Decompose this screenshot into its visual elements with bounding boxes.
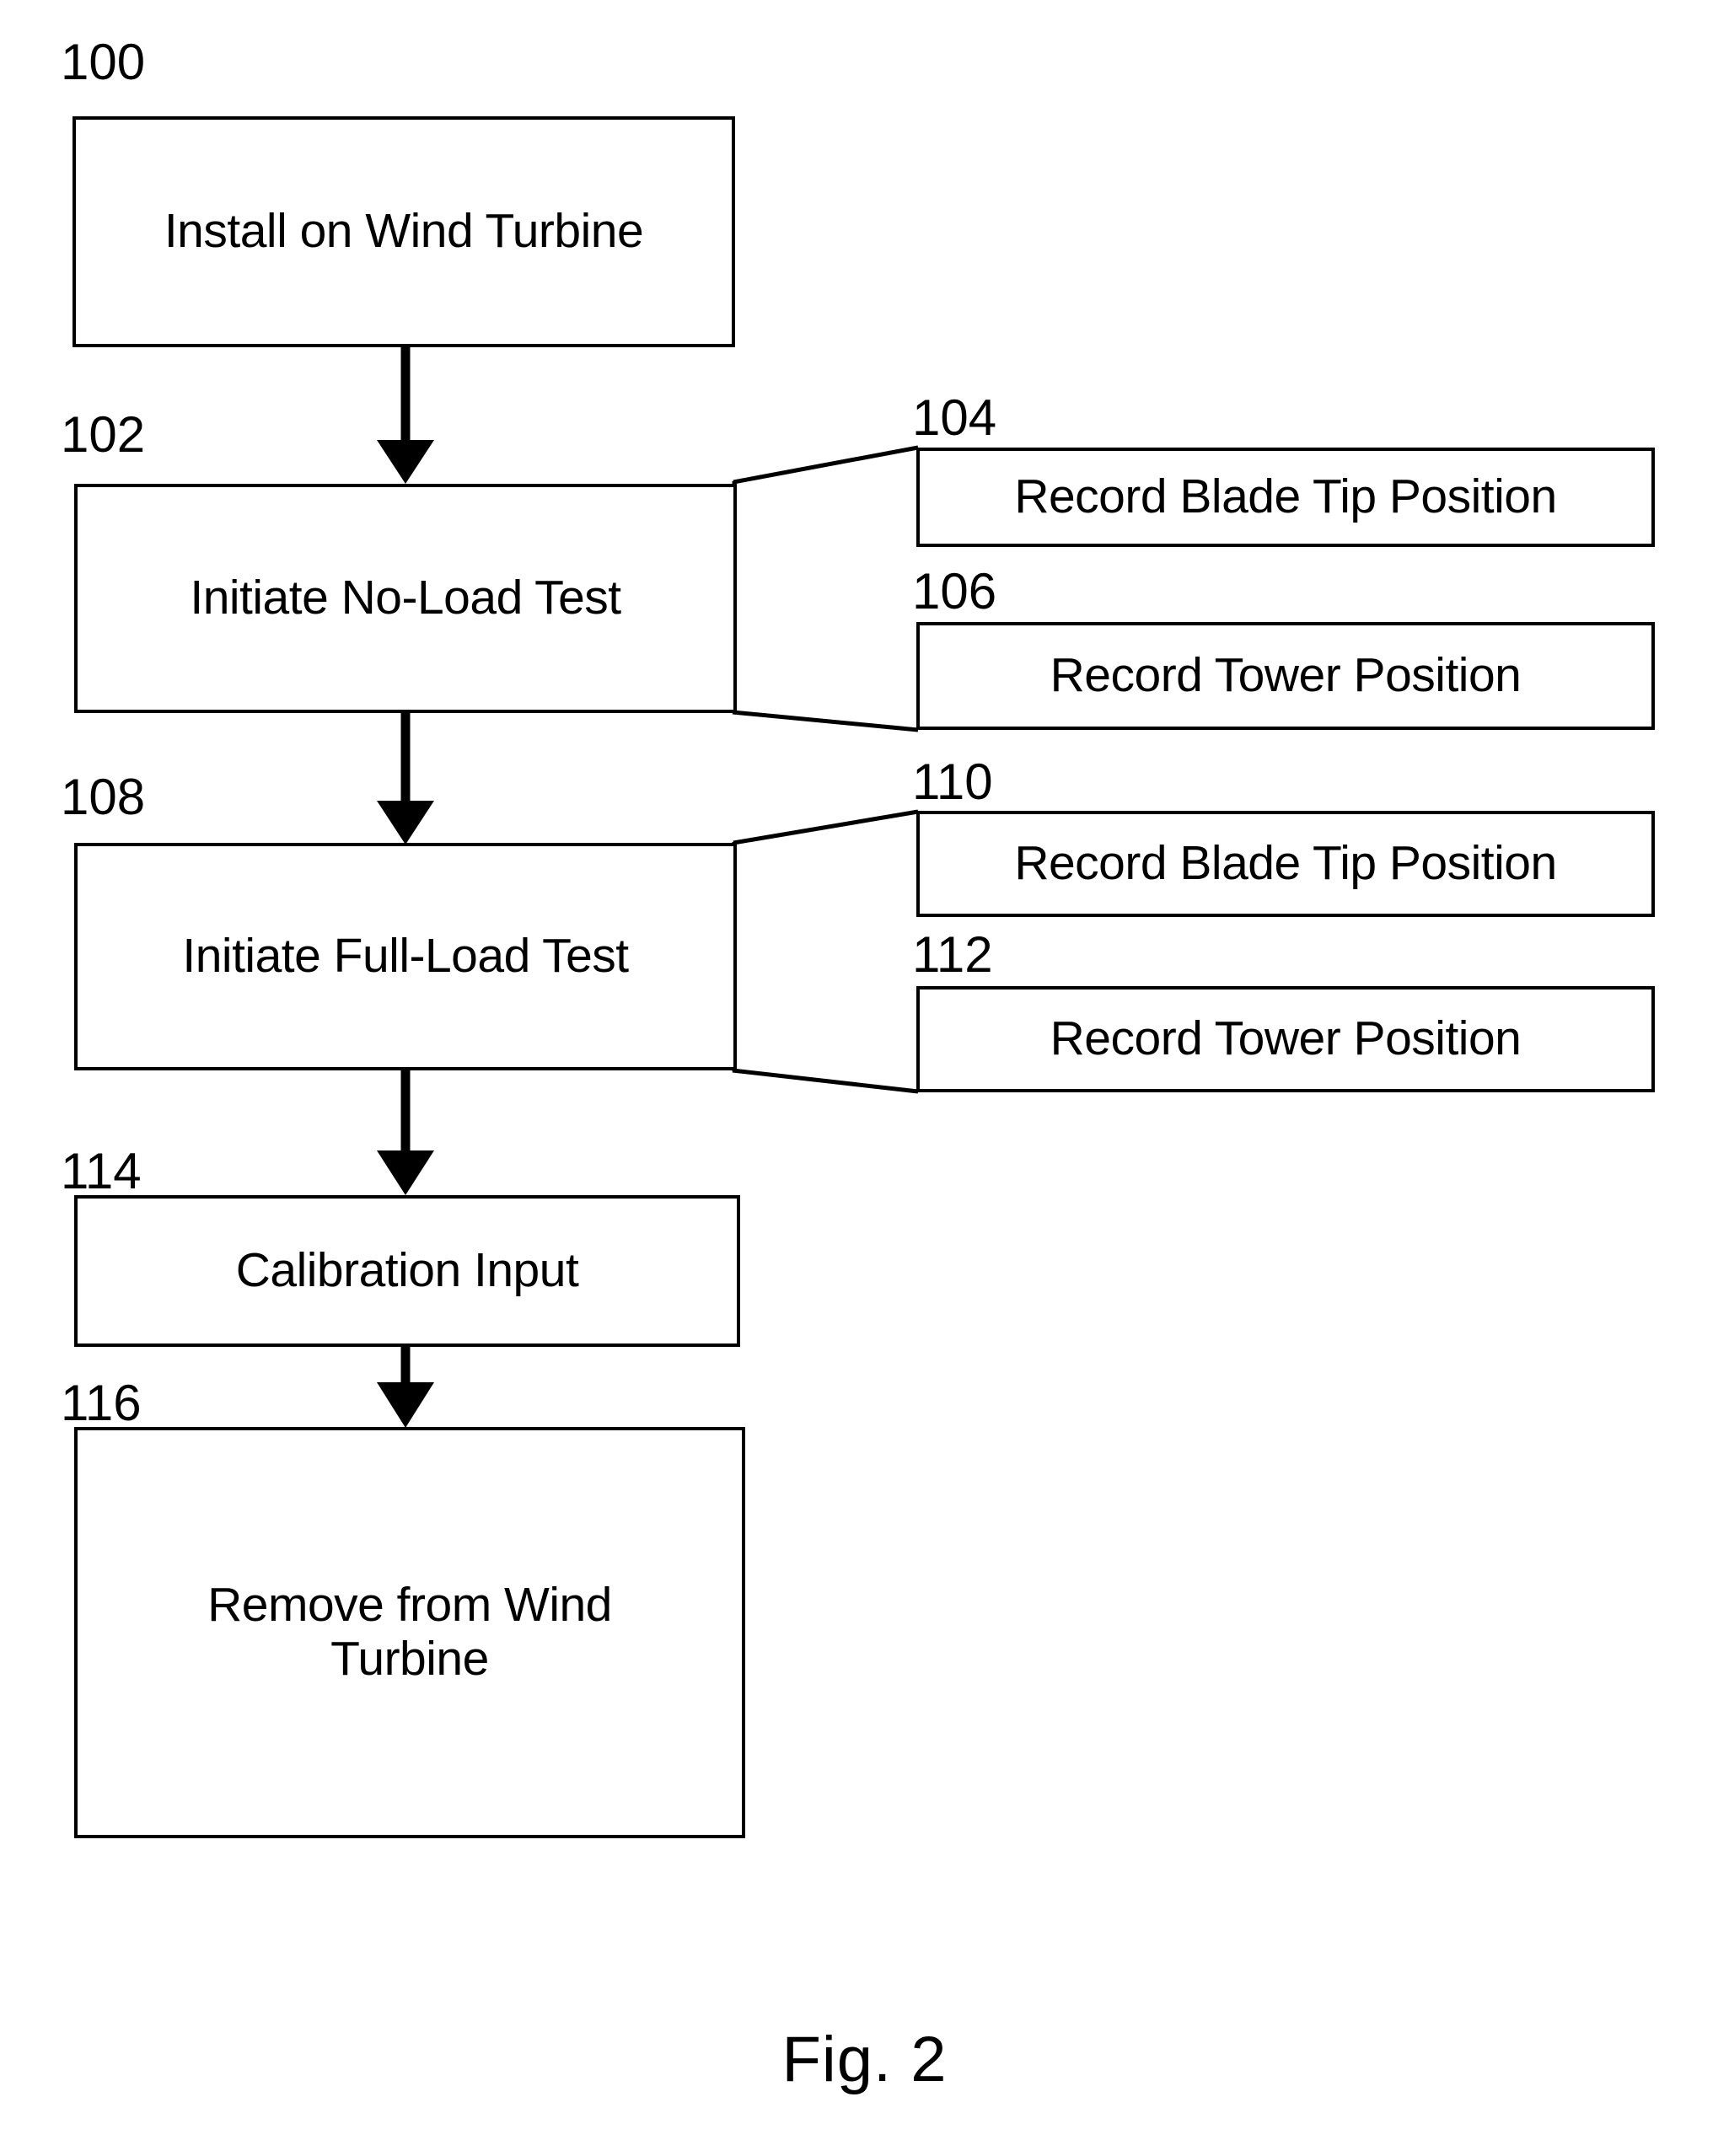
branch-lines-102 [732,445,919,732]
ref-numeral-100: 100 [61,34,146,90]
ref-numeral-116: 116 [61,1375,142,1431]
ref-numeral-112: 112 [912,926,993,983]
process-box-record-blade-tip-position-full-load[interactable]: Record Blade Tip Position [916,811,1655,917]
arrow-108-to-114 [377,1070,434,1195]
ref-numeral-104: 104 [912,389,997,446]
process-box-label: Record Blade Tip Position [1014,836,1557,891]
ref-numeral-108: 108 [61,769,146,825]
process-box-label: Remove from Wind Turbine [207,1578,612,1686]
ref-numeral-106: 106 [912,563,997,619]
process-box-label: Record Tower Position [1050,648,1522,703]
ref-numeral-102: 102 [61,406,146,463]
ref-numeral-110: 110 [912,754,993,810]
process-box-label: Record Blade Tip Position [1014,469,1557,524]
process-box-record-tower-position-full-load[interactable]: Record Tower Position [916,986,1655,1092]
arrow-102-to-108 [377,712,434,845]
process-box-label: Initiate No-Load Test [190,571,621,625]
process-box-initiate-full-load-test[interactable]: Initiate Full-Load Test [74,843,737,1070]
process-box-initiate-no-load-test[interactable]: Initiate No-Load Test [74,484,737,713]
process-box-calibration-input[interactable]: Calibration Input [74,1195,740,1347]
arrow-100-to-102 [377,347,434,484]
process-box-record-tower-position-no-load[interactable]: Record Tower Position [916,622,1655,730]
branch-lines-108 [732,809,919,1094]
arrow-114-to-116 [377,1347,434,1428]
process-box-label: Calibration Input [235,1243,579,1298]
process-box-label: Install on Wind Turbine [164,204,644,259]
process-box-record-blade-tip-position-no-load[interactable]: Record Blade Tip Position [916,448,1655,547]
process-box-remove-from-wind-turbine[interactable]: Remove from Wind Turbine [74,1427,745,1838]
process-box-install-on-wind-turbine[interactable]: Install on Wind Turbine [72,116,735,347]
figure-caption: Fig. 2 [781,2024,948,2095]
process-box-label: Record Tower Position [1050,1011,1522,1066]
patent-figure: 100 102 104 106 108 110 112 114 116 Inst… [0,0,1729,2156]
ref-numeral-114: 114 [61,1143,142,1199]
process-box-label: Initiate Full-Load Test [182,929,629,984]
